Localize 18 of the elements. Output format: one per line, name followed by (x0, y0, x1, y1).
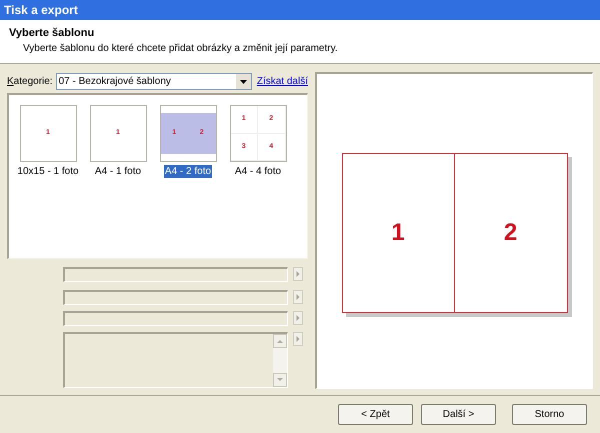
slot-number: 2 (504, 218, 518, 248)
template-label[interactable]: A4 - 2 foto (164, 165, 212, 178)
wizard-button[interactable]: < Zpět (338, 404, 413, 425)
window-title: Tisk a export (4, 2, 78, 19)
category-dropdown[interactable]: 07 - Bezokrajové šablony (56, 72, 252, 90)
scroll-up-icon[interactable] (273, 334, 287, 348)
wizard-button[interactable]: Další > (421, 404, 496, 425)
scroll-down-icon[interactable] (273, 373, 287, 387)
scrollbar[interactable] (273, 334, 287, 387)
get-more-link[interactable]: Získat další (256, 74, 308, 88)
slot-number: 1 (391, 218, 405, 248)
template-label[interactable]: A4 - 1 foto (94, 165, 142, 178)
header-title: Vyberte šablonu (9, 27, 96, 40)
template-label[interactable]: 10x15 - 1 foto (16, 165, 80, 178)
template-label[interactable]: A4 - 4 foto (234, 165, 282, 178)
wizard-button[interactable]: Storno (512, 404, 587, 425)
header-subtitle: Vyberte šablonu do které chcete přidat obrázky a změnit její parametry. (23, 42, 339, 55)
category-label: Kategorie: (7, 74, 53, 88)
